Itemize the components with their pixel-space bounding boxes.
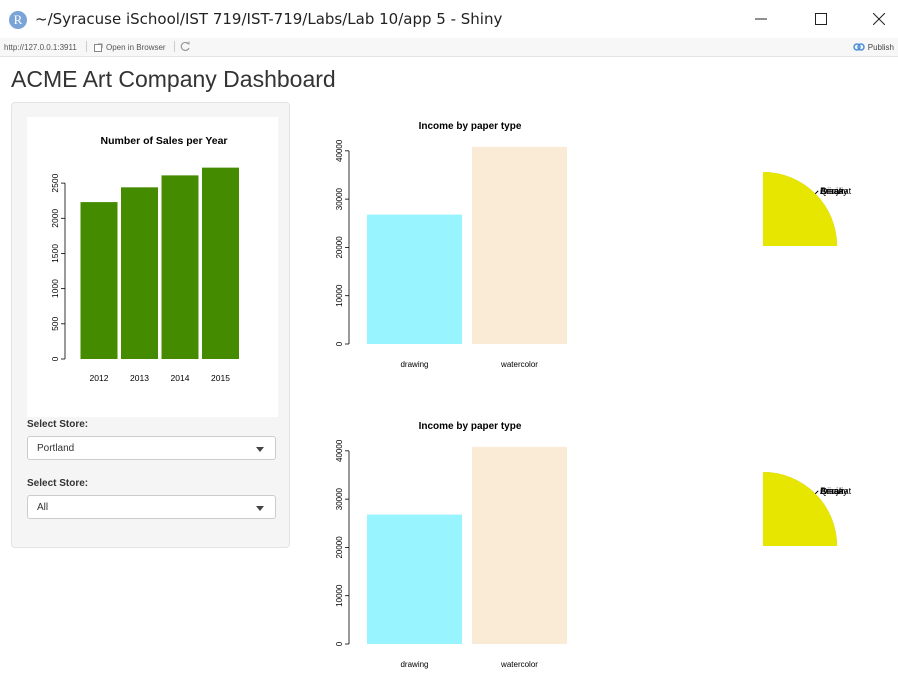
- close-button[interactable]: [856, 0, 898, 38]
- income-2-y-tick-label: 0: [335, 641, 344, 646]
- sales-bar: [202, 167, 239, 359]
- open-in-browser-label: Open in Browser: [106, 43, 166, 52]
- minimize-icon: [755, 18, 767, 20]
- pie-1-slice-label: Arinjay: [820, 186, 848, 196]
- pie-2-label-leader: [815, 490, 819, 494]
- open-in-browser-button[interactable]: Open in Browser: [94, 43, 166, 52]
- store-select-1-value: Portland: [37, 443, 75, 454]
- sales-title: Number of Sales per Year: [100, 135, 227, 147]
- publish-label: Publish: [867, 42, 894, 52]
- income-2-y-tick-label: 30000: [335, 487, 344, 510]
- income-2-bar: [367, 514, 462, 644]
- income-2-y-tick-label: 10000: [335, 584, 344, 607]
- sales-category-label: 2012: [90, 373, 109, 383]
- refresh-button[interactable]: [180, 41, 191, 54]
- store-select-2[interactable]: All: [27, 495, 276, 519]
- window-title: ~/Syracuse iSchool/IST 719/IST-719/Labs/…: [35, 10, 503, 28]
- toolbar-divider: [86, 41, 87, 52]
- sales-bar: [161, 175, 199, 359]
- minimize-button[interactable]: [738, 0, 784, 38]
- income-1-y-tick-label: 10000: [335, 284, 344, 307]
- toolbar-divider: [174, 41, 175, 52]
- maximize-icon: [815, 13, 827, 25]
- pie-2-slice-arinjay: [763, 472, 837, 546]
- url-text[interactable]: http://127.0.0.1:3911: [4, 43, 77, 52]
- income-by-paper-chart-1: Income by paper type drawing watercolor 0 10…: [335, 121, 567, 369]
- viewer-toolbar: http://127.0.0.1:3911 Open in Browser Pu…: [0, 38, 898, 57]
- sales-y-tick-label: 2500: [50, 173, 60, 192]
- income-1-bar: [472, 146, 567, 344]
- maximize-button[interactable]: [798, 0, 844, 38]
- income-2-bar: [472, 446, 567, 644]
- refresh-icon: [180, 41, 190, 52]
- publish-button[interactable]: Publish: [853, 42, 894, 52]
- income-2-y-tick-label: 20000: [335, 536, 344, 559]
- income-1-y-tick-label: 40000: [335, 139, 344, 162]
- sales-category-label: 2015: [211, 373, 230, 383]
- pie-1-label-leader: [815, 190, 819, 194]
- store-select-1[interactable]: Portland: [27, 436, 276, 460]
- income-1-y-tick-label: 30000: [335, 187, 344, 210]
- income-2-title: Income by paper type: [419, 421, 522, 432]
- income-1-category-label: drawing: [400, 360, 428, 369]
- store-select-label-1: Select Store:: [27, 419, 89, 430]
- income-2-y-tick-label: 40000: [335, 439, 344, 462]
- sales-bar: [80, 202, 118, 359]
- window-titlebar: R ~/Syracuse iSchool/IST 719/IST-719/Lab…: [0, 0, 898, 38]
- store-select-label-2: Select Store:: [27, 478, 89, 489]
- sales-y-tick-label: 0: [50, 356, 60, 361]
- income-1-y-tick-label: 0: [335, 341, 344, 346]
- sales-y-tick-label: 1000: [50, 279, 60, 298]
- publish-icon: [853, 43, 865, 51]
- pie-2-slice-label: Arinjay: [820, 486, 848, 496]
- store-pie-chart-1: AmanQiaoliBarakatArinjay: [763, 172, 852, 246]
- r-logo-icon: R: [9, 11, 27, 29]
- store-pie-chart-2: AmanQiaoliBarakatArinjay: [763, 472, 852, 546]
- income-1-category-label: watercolor: [500, 360, 538, 369]
- chevron-down-icon: [256, 447, 264, 452]
- sales-per-year-chart: Number of Sales per Year 2012 2013 2014 2015…: [50, 135, 239, 383]
- store-select-2-value: All: [37, 502, 49, 513]
- income-2-category-label: drawing: [400, 660, 428, 669]
- sales-category-label: 2013: [130, 373, 149, 383]
- income-by-paper-chart-2: Income by paper type drawing watercolor 0 10…: [335, 421, 567, 669]
- sales-y-tick-label: 2000: [50, 209, 60, 228]
- close-icon: [873, 13, 885, 25]
- income-1-y-tick-label: 20000: [335, 236, 344, 259]
- sales-plot-container: Number of Sales per Year 2012 2013 2014 2015…: [27, 117, 278, 417]
- sales-y-tick-label: 1500: [50, 244, 60, 263]
- income-1-title: Income by paper type: [419, 121, 522, 132]
- pie-1-slice-arinjay: [763, 172, 837, 246]
- open-browser-icon: [94, 43, 103, 52]
- chevron-down-icon: [256, 506, 264, 511]
- sidebar-panel: Number of Sales per Year 2012 2013 2014 2015…: [11, 102, 290, 548]
- income-1-bar: [367, 214, 462, 344]
- income-2-category-label: watercolor: [500, 660, 538, 669]
- page-title: ACME Art Company Dashboard: [11, 66, 336, 92]
- sales-y-tick-label: 500: [50, 316, 60, 330]
- sales-category-label: 2014: [171, 373, 190, 383]
- sales-bar: [121, 187, 158, 359]
